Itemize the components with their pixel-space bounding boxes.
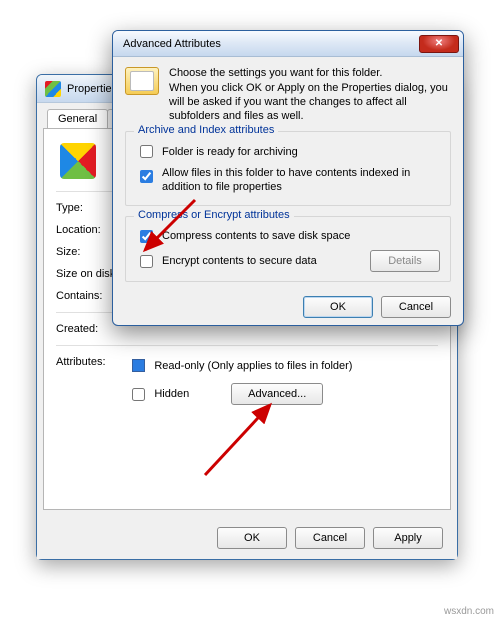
encrypt-checkbox[interactable] [140,255,153,268]
properties-cancel-button[interactable]: Cancel [295,527,365,549]
group-archive-index-title: Archive and Index attributes [134,124,278,136]
encrypt-label: Encrypt contents to secure data [162,255,317,267]
properties-apply-button[interactable]: Apply [373,527,443,549]
label-attributes: Attributes: [56,356,118,368]
group-archive-index: Archive and Index attributes Folder is r… [125,131,451,206]
readonly-checkbox[interactable] [132,359,145,372]
index-label: Allow files in this folder to have conte… [162,167,440,195]
details-button: Details [370,250,440,272]
index-checkbox[interactable] [140,170,153,183]
group-compress-encrypt: Compress or Encrypt attributes Compress … [125,216,451,282]
archive-checkbox[interactable] [140,145,153,158]
hidden-label: Hidden [154,388,189,400]
advanced-titlebar[interactable]: Advanced Attributes [113,31,463,57]
hidden-checkbox[interactable] [132,388,145,401]
advanced-cancel-button[interactable]: Cancel [381,296,451,318]
compress-label: Compress contents to save disk space [162,230,350,242]
advanced-button[interactable]: Advanced... [231,383,323,405]
windows-icon [45,81,61,97]
group-compress-encrypt-title: Compress or Encrypt attributes [134,209,294,221]
readonly-label: Read-only (Only applies to files in fold… [154,360,352,372]
watermark: wsxdn.com [444,606,494,617]
advanced-attributes-dialog: Advanced Attributes Choose the settings … [112,30,464,326]
compress-checkbox[interactable] [140,230,153,243]
tab-general[interactable]: General [47,109,108,128]
properties-ok-button[interactable]: OK [217,527,287,549]
close-icon[interactable] [419,35,459,53]
advanced-ok-button[interactable]: OK [303,296,373,318]
advanced-title: Advanced Attributes [123,38,221,50]
properties-title: Properties [67,83,117,95]
folder-type-icon [60,143,96,179]
advanced-intro-1: Choose the settings you want for this fo… [169,67,451,79]
advanced-intro-2: When you click OK or Apply on the Proper… [169,82,451,123]
archive-label: Folder is ready for archiving [162,146,298,158]
folder-settings-icon [125,67,159,95]
